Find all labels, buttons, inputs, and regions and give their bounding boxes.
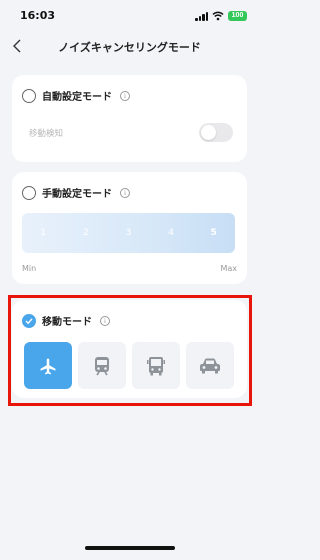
- status-time: 16:03: [20, 9, 56, 22]
- highlight-box: [8, 295, 252, 406]
- info-icon[interactable]: i: [120, 187, 130, 198]
- page-title: ノイズキャンセリングモード: [58, 41, 201, 54]
- battery-icon: 100: [228, 11, 247, 21]
- auto-mode-radio[interactable]: [22, 88, 36, 103]
- level-5[interactable]: 5: [192, 213, 235, 253]
- auto-mode-label: 自動設定モード: [42, 92, 112, 103]
- wifi-icon: [212, 11, 224, 21]
- home-indicator: [85, 546, 175, 550]
- toggle-knob: [201, 125, 216, 140]
- manual-mode-radio[interactable]: [22, 185, 36, 200]
- noise-level-slider[interactable]: 1 2 3 4 5: [22, 213, 235, 253]
- status-icons: 100: [195, 10, 247, 22]
- level-4[interactable]: 4: [150, 213, 193, 253]
- max-label: Max: [220, 264, 237, 273]
- nav-bar: ノイズキャンセリングモード: [0, 30, 259, 64]
- level-3[interactable]: 3: [107, 213, 150, 253]
- motion-detection-toggle[interactable]: [199, 123, 233, 142]
- manual-mode-card: 手動設定モード i 1 2 3 4 5 Min Max: [12, 172, 247, 284]
- min-label: Min: [22, 264, 37, 273]
- manual-mode-label: 手動設定モード: [42, 189, 112, 200]
- info-icon[interactable]: i: [120, 90, 130, 101]
- status-bar: 16:03 100: [0, 0, 259, 30]
- auto-mode-card: 自動設定モード i 移動検知: [12, 75, 247, 162]
- motion-detection-label: 移動検知: [29, 129, 64, 139]
- level-1[interactable]: 1: [22, 213, 65, 253]
- signal-icon: [195, 11, 208, 21]
- level-2[interactable]: 2: [65, 213, 108, 253]
